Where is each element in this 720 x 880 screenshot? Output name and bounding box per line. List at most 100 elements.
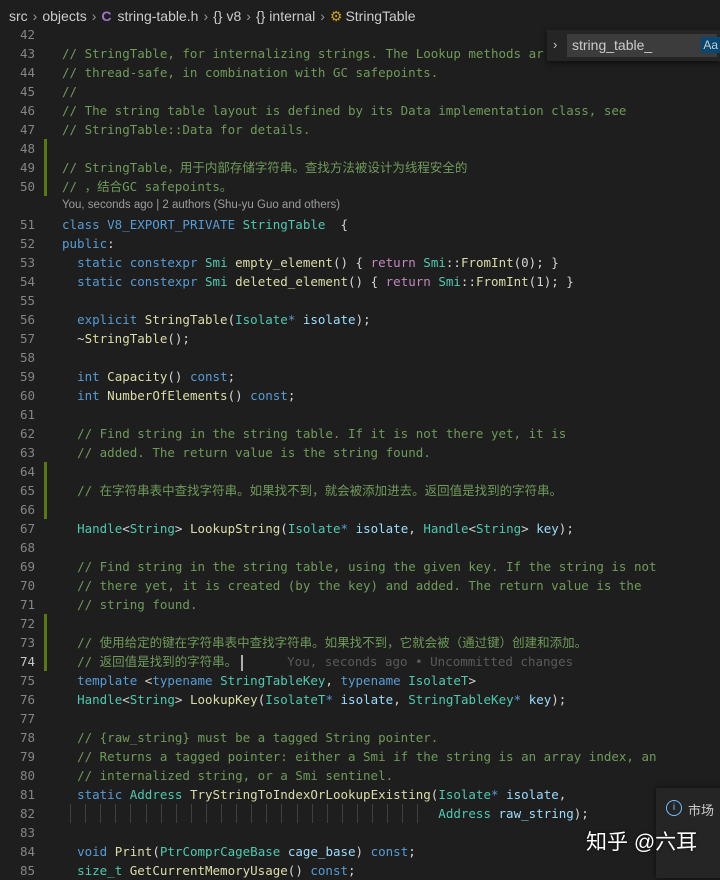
code-text: // 在字符串表中查找字符串。如果找不到，就会被添加进去。返回值是找到的字符串。 bbox=[62, 481, 562, 500]
modified-line-marker[interactable] bbox=[44, 633, 47, 652]
indent-guide bbox=[251, 804, 253, 823]
code-line[interactable]: 82 Address raw_string); bbox=[0, 804, 720, 823]
token: // {raw_string} must be a tagged String … bbox=[77, 730, 439, 745]
indent-guide bbox=[296, 804, 298, 823]
code-line[interactable]: 54 static constexpr Smi deleted_element(… bbox=[0, 272, 720, 291]
token: StringTable bbox=[144, 312, 228, 327]
match-case-button[interactable]: Aa bbox=[701, 37, 720, 53]
gutter bbox=[44, 310, 47, 329]
token: (1); } bbox=[528, 274, 574, 289]
code-line[interactable]: 49 // StringTable，用于内部存储字符串。查找方法被设计为线程安全的 bbox=[0, 158, 720, 177]
code-line[interactable]: 45 // bbox=[0, 82, 720, 101]
code-line[interactable]: 77 bbox=[0, 709, 720, 728]
code-line[interactable]: 69 // Find string in the string table, u… bbox=[0, 557, 720, 576]
code-line[interactable]: 46 // The string table layout is defined … bbox=[0, 101, 720, 120]
indent-guide bbox=[221, 804, 222, 823]
code-line[interactable]: 72 bbox=[0, 614, 720, 633]
code-line[interactable]: 57 ~StringTable(); bbox=[0, 329, 720, 348]
find-input[interactable]: string_table_ bbox=[567, 34, 717, 57]
token: cage_base bbox=[287, 844, 356, 859]
modified-line-marker[interactable] bbox=[44, 614, 47, 633]
modified-line-marker[interactable] bbox=[44, 139, 47, 158]
token: LookupKey bbox=[189, 692, 258, 707]
code-text: // string found. bbox=[62, 595, 197, 614]
modified-line-marker[interactable] bbox=[44, 177, 47, 196]
token: Capacity bbox=[107, 369, 168, 384]
code-line[interactable]: 56 explicit StringTable(Isolate* isolate… bbox=[0, 310, 720, 329]
code-line[interactable]: 70 // there yet, it is created (by the k… bbox=[0, 576, 720, 595]
modified-line-marker[interactable] bbox=[44, 158, 47, 177]
token: < bbox=[122, 521, 130, 536]
blame-codelens[interactable]: You, seconds ago | 2 authors (Shu-yu Guo… bbox=[0, 196, 720, 215]
toggle-replace-chevron-icon[interactable]: › bbox=[553, 37, 557, 52]
breadcrumb-v8[interactable]: v8 bbox=[226, 8, 241, 24]
breadcrumb-stringtable[interactable]: StringTable bbox=[345, 8, 415, 24]
code-line[interactable]: 48 bbox=[0, 139, 720, 158]
code-line[interactable]: 47 // StringTable::Data for details. bbox=[0, 120, 720, 139]
code-line[interactable]: 81 static Address TryStringToIndexOrLook… bbox=[0, 785, 720, 804]
token: ); bbox=[558, 521, 574, 536]
line-number: 82 bbox=[19, 806, 35, 821]
token: LookupString bbox=[189, 521, 281, 536]
token: * bbox=[325, 692, 341, 707]
code-line[interactable]: 65 // 在字符串表中查找字符串。如果找不到，就会被添加进去。返回值是找到的字… bbox=[0, 481, 720, 500]
code-line[interactable]: 59 int Capacity() const; bbox=[0, 367, 720, 386]
code-editor[interactable]: 42 43 // StringTable, for internalizing st… bbox=[0, 25, 720, 880]
gutter bbox=[44, 348, 47, 367]
modified-line-marker[interactable] bbox=[44, 462, 47, 481]
code-line[interactable]: 58 bbox=[0, 348, 720, 367]
breadcrumb-file[interactable]: string-table.h bbox=[118, 8, 199, 24]
modified-line-marker[interactable] bbox=[44, 652, 47, 671]
code-line[interactable]: 68 bbox=[0, 538, 720, 557]
code-line[interactable]: 75 template <typename StringTableKey, ty… bbox=[0, 671, 720, 690]
line-number: 64 bbox=[19, 464, 35, 479]
code-line[interactable]: 64 bbox=[0, 462, 720, 481]
token: int bbox=[77, 369, 108, 384]
gutter bbox=[44, 728, 47, 747]
token: const bbox=[310, 863, 349, 878]
line-number: 43 bbox=[19, 46, 35, 61]
info-icon: i bbox=[666, 800, 682, 816]
token: (); bbox=[167, 331, 190, 346]
indent-guide bbox=[402, 804, 404, 823]
code-line[interactable]: 79 // Returns a tagged pointer: either a… bbox=[0, 747, 720, 766]
line-number: 45 bbox=[19, 84, 35, 99]
code-line[interactable]: 85 size_t GetCurrentMemoryUsage() const; bbox=[0, 861, 720, 880]
code-line[interactable]: 80 // internalized string, or a Smi sent… bbox=[0, 766, 720, 785]
code-line[interactable]: 55 bbox=[0, 291, 720, 310]
gutter bbox=[44, 823, 47, 842]
code-line[interactable]: 63 // added. The return value is the str… bbox=[0, 443, 720, 462]
code-text: int Capacity() const; bbox=[62, 367, 235, 386]
token: // Returns a tagged pointer: either a Sm… bbox=[77, 749, 657, 764]
line-number: 68 bbox=[19, 540, 35, 555]
code-line[interactable]: 61 bbox=[0, 405, 720, 424]
token: GetCurrentMemoryUsage bbox=[129, 863, 288, 878]
code-line[interactable]: 71 // string found. bbox=[0, 595, 720, 614]
token: // thread-safe, in combination with GC s… bbox=[62, 65, 439, 80]
breadcrumb-src[interactable]: src bbox=[9, 8, 28, 24]
breadcrumb-objects[interactable]: objects bbox=[42, 8, 86, 24]
code-line[interactable]: 62 // Find string in the string table. I… bbox=[0, 424, 720, 443]
code-text: // internalized string, or a Smi sentine… bbox=[62, 766, 393, 785]
modified-line-marker[interactable] bbox=[44, 500, 47, 519]
code-line[interactable]: 78 // {raw_string} must be a tagged Stri… bbox=[0, 728, 720, 747]
code-line[interactable]: 67 Handle<String> LookupString(Isolate* … bbox=[0, 519, 720, 538]
code-line[interactable]: 50 // ，结合GC safepoints。 bbox=[0, 177, 720, 196]
token: // internalized string, or a Smi sentine… bbox=[77, 768, 394, 783]
code-line[interactable]: 44 // thread-safe, in combination with GC… bbox=[0, 63, 720, 82]
inline-blame[interactable]: You, seconds ago • Uncommitted changes bbox=[287, 654, 573, 669]
code-line[interactable]: 60 int NumberOfElements() const; bbox=[0, 386, 720, 405]
code-line[interactable]: 74 // 返回值是找到的字符串。 You, seconds ago • Unco… bbox=[0, 652, 720, 671]
code-line[interactable]: 51 class V8_EXPORT_PRIVATE StringTable { bbox=[0, 215, 720, 234]
token: class bbox=[62, 217, 108, 232]
code-line[interactable]: 76 Handle<String> LookupKey(IsolateT* is… bbox=[0, 690, 720, 709]
modified-line-marker[interactable] bbox=[44, 481, 47, 500]
code-line[interactable]: 66 bbox=[0, 500, 720, 519]
code-line[interactable]: 53 static constexpr Smi empty_element() … bbox=[0, 253, 720, 272]
indent-guide bbox=[100, 804, 102, 823]
breadcrumb-internal[interactable]: internal bbox=[269, 8, 315, 24]
code-line[interactable]: 52 public: bbox=[0, 234, 720, 253]
code-line[interactable]: 73 // 使用给定的键在字符串表中查找字符串。如果找不到，它就会被（通过键）创… bbox=[0, 633, 720, 652]
